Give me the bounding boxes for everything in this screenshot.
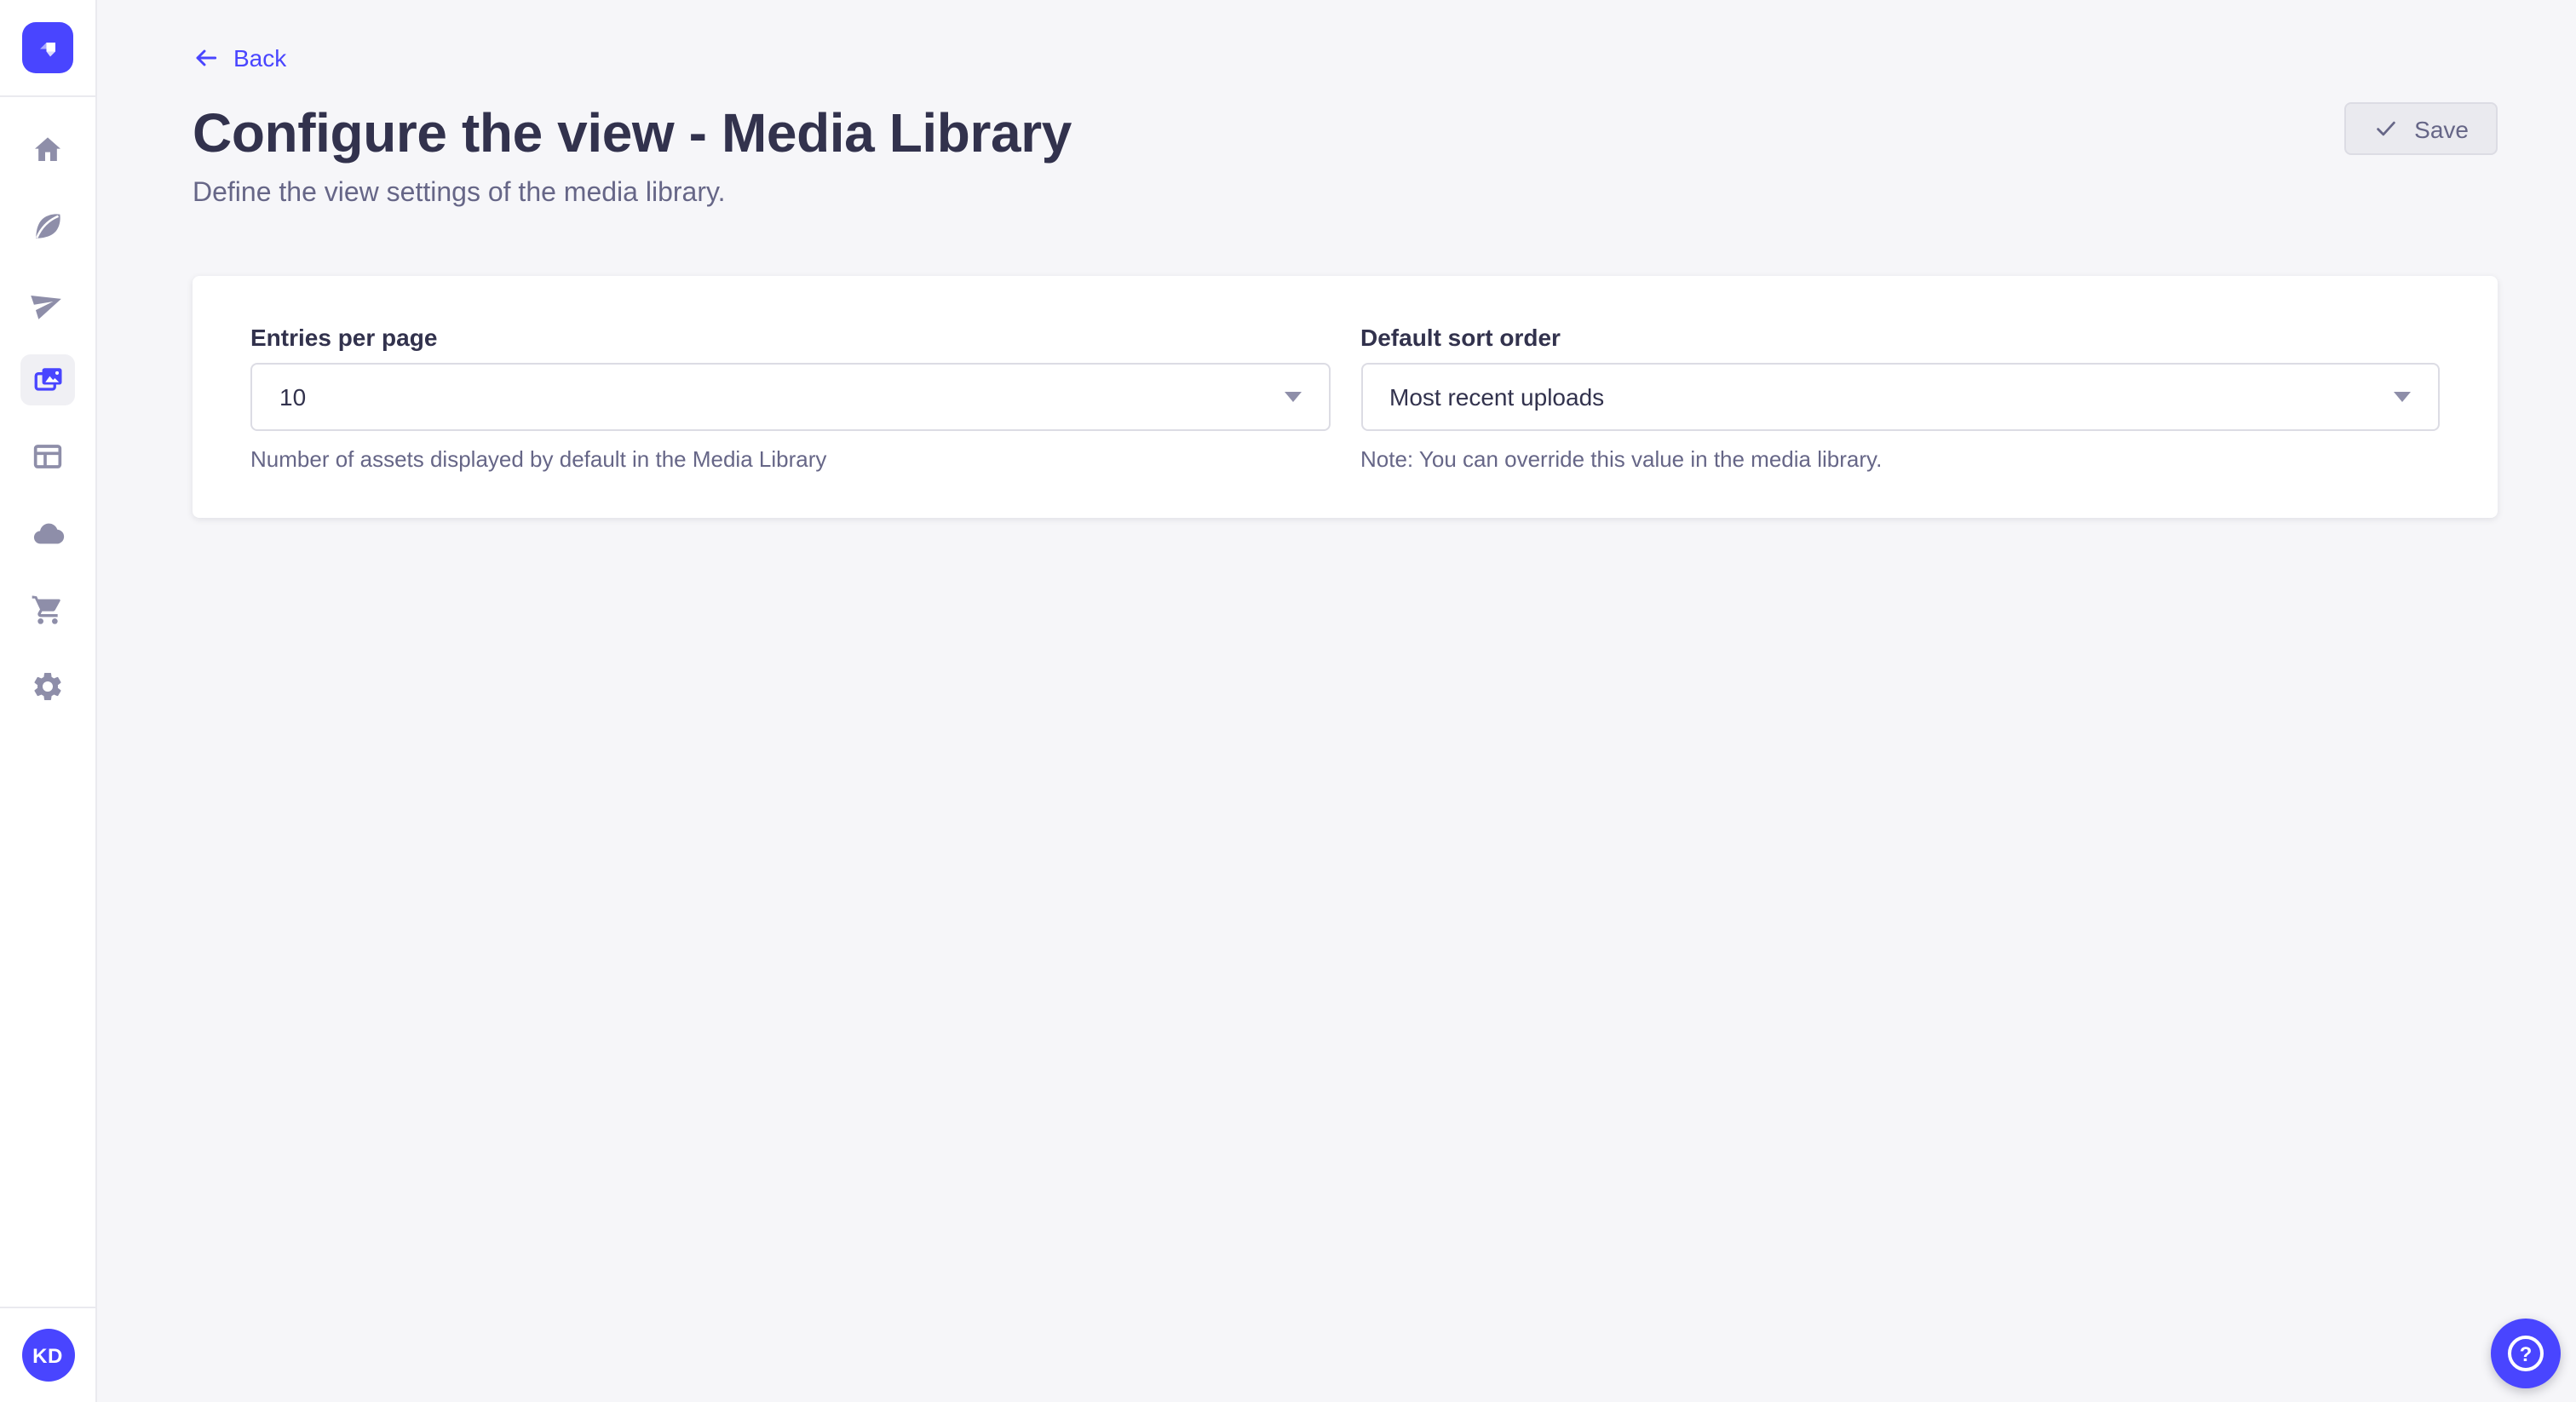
sidebar-item-cloud[interactable] (20, 508, 75, 559)
feather-icon (31, 210, 65, 244)
gear-icon (31, 669, 65, 704)
sidebar-item-media-library[interactable] (20, 354, 75, 405)
page-title: Configure the view - Media Library (193, 99, 1072, 167)
sidebar: KD (0, 0, 97, 1402)
sidebar-footer: KD (0, 1307, 95, 1402)
strapi-logo-icon (32, 32, 63, 63)
question-mark-icon: ? (2508, 1336, 2544, 1371)
page-header: Configure the view - Media Library Save (193, 99, 2498, 167)
arrow-left-icon (193, 44, 220, 72)
logo-section (0, 0, 95, 97)
sidebar-item-layout[interactable] (20, 431, 75, 482)
cloud-icon (30, 515, 66, 551)
entries-per-page-label: Entries per page (250, 324, 1330, 351)
home-icon (31, 133, 65, 167)
sidebar-item-feather[interactable] (20, 201, 75, 252)
media-library-icon (29, 361, 66, 399)
settings-card: Entries per page 10 Number of assets dis… (193, 276, 2498, 518)
cart-icon (31, 593, 65, 627)
entries-per-page-select[interactable]: 10 (250, 363, 1330, 431)
save-button[interactable]: Save (2344, 102, 2498, 155)
sidebar-item-paper-plane[interactable] (20, 278, 75, 329)
page-subtitle: Define the view settings of the media li… (193, 177, 2498, 211)
save-label: Save (2414, 115, 2469, 142)
default-sort-order-value: Most recent uploads (1389, 383, 1604, 411)
chevron-down-icon (2394, 392, 2411, 402)
paper-plane-icon (31, 286, 65, 320)
sidebar-nav (0, 97, 95, 1307)
entries-per-page-hint: Number of assets displayed by default in… (250, 446, 1330, 472)
entries-per-page-field: Entries per page 10 Number of assets dis… (250, 324, 1330, 472)
user-avatar[interactable]: KD (21, 1329, 74, 1382)
chevron-down-icon (1284, 392, 1301, 402)
app-root: KD Back Configure the view - Media Libra… (0, 0, 2576, 1402)
help-button[interactable]: ? (2491, 1319, 2561, 1388)
check-icon (2373, 116, 2399, 141)
default-sort-order-field: Default sort order Most recent uploads N… (1360, 324, 2440, 472)
default-sort-order-hint: Note: You can override this value in the… (1360, 446, 2440, 472)
sidebar-item-home[interactable] (20, 124, 75, 175)
layout-icon (31, 440, 65, 474)
back-label: Back (233, 46, 286, 70)
main-content: Back Configure the view - Media Library … (97, 0, 2576, 1402)
default-sort-order-select[interactable]: Most recent uploads (1360, 363, 2440, 431)
default-sort-order-label: Default sort order (1360, 324, 2440, 351)
back-link[interactable]: Back (193, 44, 286, 72)
entries-per-page-value: 10 (279, 383, 306, 411)
sidebar-item-gear[interactable] (20, 661, 75, 712)
strapi-logo[interactable] (22, 22, 73, 73)
sidebar-item-cart[interactable] (20, 584, 75, 635)
